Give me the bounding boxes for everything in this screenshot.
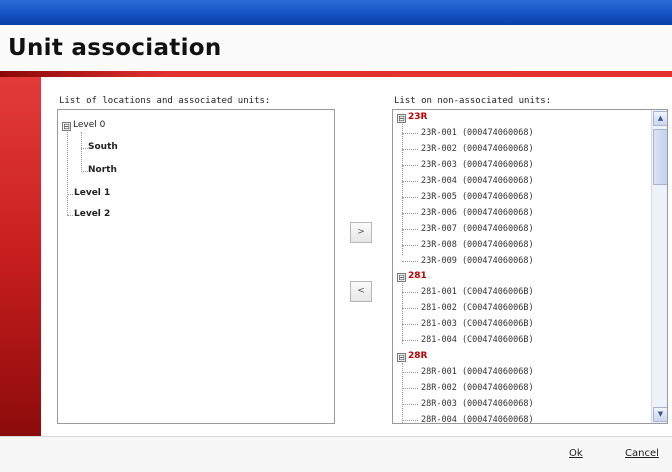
unit-list-item[interactable]: 23R-007 (000474060068): [421, 224, 534, 234]
unit-list-item[interactable]: 281-002 (C0047406006B): [421, 303, 534, 313]
collapse-icon[interactable]: ⊟: [397, 353, 406, 362]
unit-list-item[interactable]: 28R-002 (000474060068): [421, 383, 534, 393]
tree-node-north[interactable]: North: [88, 165, 117, 175]
unit-list-item[interactable]: 23R-005 (000474060068): [421, 192, 534, 202]
tree-connector: [67, 215, 73, 216]
tree-connector: [81, 171, 88, 172]
remove-unit-button[interactable]: <: [350, 281, 372, 302]
window-title-bar: [0, 0, 672, 25]
scroll-thumb[interactable]: [653, 129, 667, 185]
tree-connector: [402, 292, 418, 293]
unit-list-item[interactable]: 281-004 (C0047406006B): [421, 335, 534, 345]
tree-connector: [402, 245, 418, 246]
tree-connector: [402, 324, 418, 325]
unit-list-item[interactable]: 28R-004 (000474060068): [421, 415, 534, 423]
tree-connector: [402, 340, 418, 341]
add-unit-button[interactable]: >: [350, 222, 372, 243]
tree-group-281[interactable]: 281: [408, 271, 427, 281]
units-scrollbar[interactable]: ▲ ▼: [651, 110, 667, 423]
tree-connector: [402, 372, 418, 373]
units-tree-panel[interactable]: ⊟ 23R 23R-001 (000474060068) 23R-002 (00…: [392, 109, 668, 424]
unit-list-item[interactable]: 281-003 (C0047406006B): [421, 319, 534, 329]
tree-connector: [67, 132, 68, 215]
tree-connector: [402, 404, 418, 405]
tree-connector: [402, 124, 403, 255]
tree-connector: [402, 165, 418, 166]
tree-connector: [81, 148, 88, 149]
unit-list-item[interactable]: 23R-006 (000474060068): [421, 208, 534, 218]
unit-list-item[interactable]: 23R-001 (000474060068): [421, 128, 534, 138]
left-accent-strip: [0, 77, 41, 436]
tree-connector: [402, 388, 418, 389]
tree-node-level-0[interactable]: Level 0: [73, 120, 105, 130]
tree-connector: [402, 133, 418, 134]
unit-list-item[interactable]: 28R-001 (000474060068): [421, 367, 534, 377]
collapse-icon[interactable]: ⊟: [397, 273, 406, 282]
tree-group-28r[interactable]: 28R: [408, 351, 427, 361]
tree-connector: [67, 194, 73, 195]
locations-tree-panel[interactable]: ⊟ Level 0 South North Level 1 Level 2: [57, 109, 335, 424]
unit-list-item[interactable]: 23R-009 (000474060068): [421, 256, 534, 266]
left-panel-caption: List of locations and associated units:: [59, 96, 271, 106]
dialog-title: Unit association: [8, 35, 222, 61]
right-panel-caption: List on non-associated units:: [394, 96, 552, 106]
tree-connector: [81, 132, 82, 172]
scroll-down-icon[interactable]: ▼: [653, 407, 667, 422]
scroll-up-icon[interactable]: ▲: [653, 111, 667, 126]
tree-connector: [402, 181, 418, 182]
unit-list-item[interactable]: 23R-003 (000474060068): [421, 160, 534, 170]
tree-connector: [402, 420, 418, 421]
unit-list-item[interactable]: 28R-003 (000474060068): [421, 399, 534, 409]
ok-button[interactable]: Ok: [569, 448, 583, 459]
unit-list-item[interactable]: 23R-002 (000474060068): [421, 144, 534, 154]
tree-connector: [402, 213, 418, 214]
tree-connector: [402, 229, 418, 230]
tree-node-south[interactable]: South: [88, 142, 118, 152]
tree-node-level-1[interactable]: Level 1: [74, 188, 110, 198]
tree-connector: [402, 197, 418, 198]
unit-list-item[interactable]: 23R-008 (000474060068): [421, 240, 534, 250]
unit-list-item[interactable]: 23R-004 (000474060068): [421, 176, 534, 186]
tree-connector: [402, 308, 418, 309]
tree-node-level-2[interactable]: Level 2: [74, 209, 110, 219]
collapse-icon[interactable]: ⊟: [62, 122, 71, 131]
cancel-button[interactable]: Cancel: [625, 448, 659, 459]
collapse-icon[interactable]: ⊟: [397, 114, 406, 123]
tree-group-23r[interactable]: 23R: [408, 112, 427, 122]
tree-connector: [402, 149, 418, 150]
tree-connector: [402, 261, 418, 262]
unit-list-item[interactable]: 281-001 (C0047406006B): [421, 287, 534, 297]
